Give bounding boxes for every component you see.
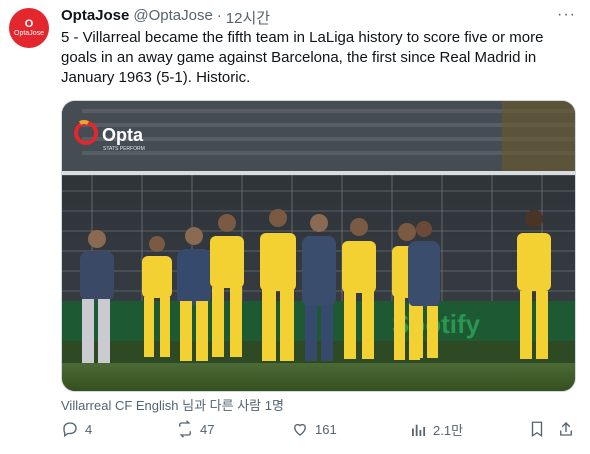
views-bar-chart-icon	[412, 424, 426, 436]
tweet-media-image[interactable]: Spotify	[61, 100, 576, 392]
tweet-text: 5 - Villarreal became the fifth team in …	[61, 29, 544, 86]
tweet-header: OptaJose @OptaJose · 12시간	[61, 7, 270, 28]
opta-logo-subtext: STATS PERFORM	[103, 146, 145, 152]
author-display-name[interactable]: OptaJose	[61, 7, 129, 28]
retweet-icon	[179, 420, 191, 438]
views-button[interactable]: 2.1만	[409, 420, 463, 439]
retweet-count: 47	[200, 421, 215, 437]
like-count: 161	[315, 421, 337, 437]
tagged-users-link[interactable]: Villarreal CF English 님과 다른 사람 1명	[61, 395, 284, 414]
like-button[interactable]: 161	[291, 420, 337, 438]
opta-logo-text: Opta	[102, 125, 144, 145]
share-button[interactable]	[557, 420, 575, 438]
reply-icon	[63, 422, 77, 438]
more-options-icon[interactable]: ···	[557, 6, 576, 24]
heart-icon	[294, 423, 306, 436]
header-separator: ·	[216, 7, 222, 24]
retweet-button[interactable]: 47	[176, 420, 214, 438]
view-count: 2.1만	[433, 423, 464, 438]
tweet-timestamp[interactable]: 12시간	[226, 7, 270, 28]
share-icon	[560, 422, 572, 436]
bookmark-icon	[531, 421, 543, 438]
reply-button[interactable]: 4	[61, 420, 92, 438]
author-handle[interactable]: @OptaJose	[133, 7, 212, 28]
avatar-brand: OptaJose	[14, 29, 44, 37]
avatar-mark: O	[24, 17, 34, 30]
bookmark-button[interactable]	[528, 420, 546, 438]
action-bar: 4 47 161 2.1만	[61, 420, 579, 444]
stadium-photo: Spotify	[62, 101, 575, 391]
reply-count: 4	[85, 421, 93, 437]
author-avatar[interactable]: O OptaJose	[9, 8, 49, 48]
